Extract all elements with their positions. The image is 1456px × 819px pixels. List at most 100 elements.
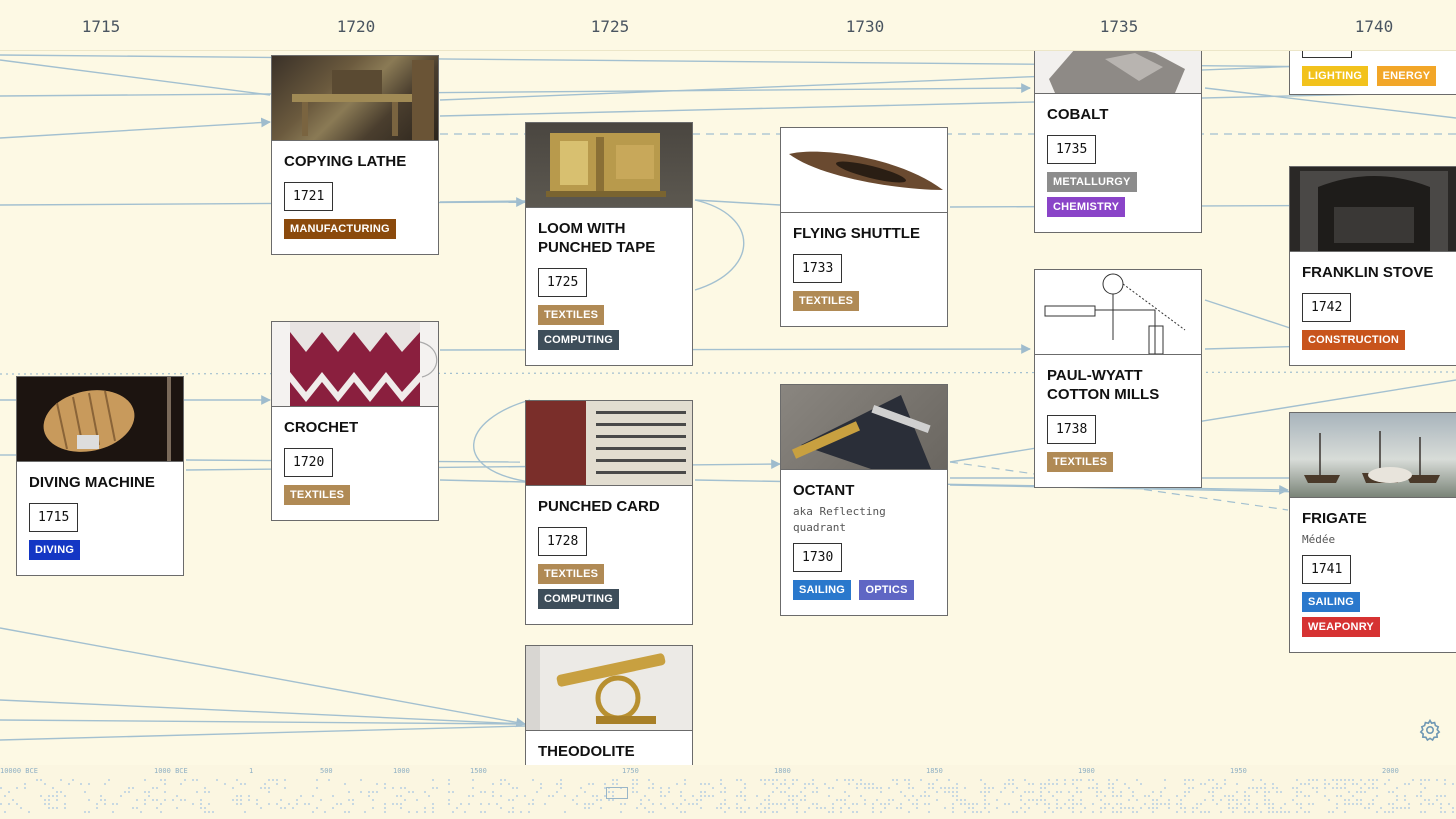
- invention-card-copying-lathe[interactable]: Copying lathe 1721 Manufacturing: [271, 55, 439, 255]
- minimap-dot: [24, 783, 26, 785]
- tag-textiles[interactable]: Textiles: [793, 291, 860, 311]
- tag-energy[interactable]: Energy: [1376, 66, 1437, 86]
- minimap-dot: [1040, 795, 1042, 797]
- minimap-dot: [500, 783, 502, 785]
- minimap-label: 1800: [774, 767, 791, 775]
- invention-card-theodolite[interactable]: Theodolite: [525, 645, 693, 775]
- minimap-dot: [1220, 811, 1222, 813]
- minimap-dot: [812, 779, 814, 781]
- minimap-dot: [436, 787, 438, 789]
- tag-computing[interactable]: Computing: [538, 589, 620, 609]
- tag-sailing[interactable]: Sailing: [793, 580, 852, 600]
- minimap-dot: [1052, 795, 1054, 797]
- invention-card-loom[interactable]: Loom with punched tape 1725 Textiles Com…: [525, 122, 693, 366]
- minimap-dot: [1084, 807, 1086, 809]
- cotton-mills-image: [1035, 270, 1201, 355]
- minimap-dot: [1212, 787, 1214, 789]
- tag-construction[interactable]: Construction: [1302, 330, 1406, 350]
- minimap-dot: [1372, 779, 1374, 781]
- minimap-dot: [1404, 799, 1406, 801]
- minimap-dot: [1104, 803, 1106, 805]
- minimap-dot: [960, 803, 962, 805]
- minimap-dot: [1448, 803, 1450, 805]
- loom-image: [526, 123, 692, 208]
- tag-textiles[interactable]: Textiles: [538, 305, 605, 325]
- tag-computing[interactable]: Computing: [538, 330, 620, 350]
- minimap-dot: [828, 811, 830, 813]
- gear-icon[interactable]: [1418, 718, 1442, 742]
- minimap-dot: [1080, 779, 1082, 781]
- invention-card-frigate[interactable]: Frigate Médée 1741 Sailing Weaponry: [1289, 412, 1456, 653]
- minimap-dot: [956, 783, 958, 785]
- timeline-canvas[interactable]: 1715 1720 1725 1730 1735 1740 Copying la…: [0, 0, 1456, 819]
- minimap-dot: [272, 779, 274, 781]
- minimap-dot: [592, 795, 594, 797]
- minimap-dot: [792, 799, 794, 801]
- minimap-dot: [932, 783, 934, 785]
- minimap-dot: [292, 807, 294, 809]
- tag-metallurgy[interactable]: Metallurgy: [1047, 172, 1137, 192]
- minimap-dot: [404, 787, 406, 789]
- tag-sailing[interactable]: Sailing: [1302, 592, 1361, 612]
- minimap-dot: [912, 803, 914, 805]
- invention-card-franklin-stove[interactable]: Franklin stove 1742 Construction: [1289, 166, 1456, 366]
- card-year: 1728: [538, 527, 588, 556]
- minimap-dot: [880, 803, 882, 805]
- minimap-dot: [36, 779, 38, 781]
- minimap-dot: [784, 779, 786, 781]
- minimap-dot: [1228, 803, 1230, 805]
- minimap-dot: [724, 803, 726, 805]
- invention-card-crochet[interactable]: Crochet 1720 Textiles: [271, 321, 439, 521]
- tag-textiles[interactable]: Textiles: [1047, 452, 1114, 472]
- minimap-dot: [956, 795, 958, 797]
- minimap-dot: [796, 811, 798, 813]
- tag-manufacturing[interactable]: Manufacturing: [284, 219, 396, 239]
- minimap-dot: [1444, 783, 1446, 785]
- minimap-timeline[interactable]: 10000 BCE 1000 BCE 1 500 1000 1500 1750 …: [0, 765, 1456, 819]
- minimap-viewport-indicator[interactable]: [606, 787, 628, 799]
- invention-card-punched-card[interactable]: Punched card 1728 Textiles Computing: [525, 400, 693, 625]
- minimap-dot: [352, 799, 354, 801]
- minimap-dot: [224, 783, 226, 785]
- minimap-dot: [1212, 791, 1214, 793]
- tag-weaponry[interactable]: Weaponry: [1302, 617, 1380, 637]
- minimap-dot: [992, 787, 994, 789]
- invention-card-cotton-mills[interactable]: Paul-Wyatt cotton mills 1738 Textiles: [1034, 269, 1202, 488]
- tag-chemistry[interactable]: Chemistry: [1047, 197, 1126, 217]
- tag-textiles[interactable]: Textiles: [284, 485, 351, 505]
- minimap-dot: [944, 807, 946, 809]
- minimap-dot: [1276, 811, 1278, 813]
- invention-card-flying-shuttle[interactable]: Flying shuttle 1733 Textiles: [780, 127, 948, 327]
- minimap-dot: [184, 799, 186, 801]
- minimap-dot: [964, 799, 966, 801]
- minimap-dot: [952, 795, 954, 797]
- minimap-dot: [528, 811, 530, 813]
- invention-card-diving-machine[interactable]: Diving machine 1715 Diving: [16, 376, 184, 576]
- minimap-dot: [576, 795, 578, 797]
- minimap-dot: [1256, 787, 1258, 789]
- minimap-dot: [28, 811, 30, 813]
- minimap-dot: [1012, 779, 1014, 781]
- minimap-dot: [1312, 787, 1314, 789]
- minimap-dot: [916, 803, 918, 805]
- minimap-dot: [692, 803, 694, 805]
- card-title: Flying shuttle: [793, 225, 920, 242]
- minimap-dot: [844, 779, 846, 781]
- minimap-dot: [208, 791, 210, 793]
- tag-textiles[interactable]: Textiles: [538, 564, 605, 584]
- minimap-dot: [984, 803, 986, 805]
- minimap-dot: [1120, 803, 1122, 805]
- minimap-dot: [1392, 803, 1394, 805]
- minimap-dot: [240, 795, 242, 797]
- minimap-dot: [16, 787, 18, 789]
- tag-diving[interactable]: Diving: [29, 540, 81, 560]
- minimap-dot: [264, 787, 266, 789]
- tag-optics[interactable]: Optics: [859, 580, 914, 600]
- minimap-dot: [1100, 791, 1102, 793]
- minimap-dot: [652, 783, 654, 785]
- invention-card-octant[interactable]: Octant aka Reflecting quadrant 1730 Sail…: [780, 384, 948, 616]
- tag-lighting[interactable]: Lighting: [1302, 66, 1369, 86]
- minimap-dot: [84, 791, 86, 793]
- minimap-dot: [1040, 799, 1042, 801]
- minimap-dot: [204, 811, 206, 813]
